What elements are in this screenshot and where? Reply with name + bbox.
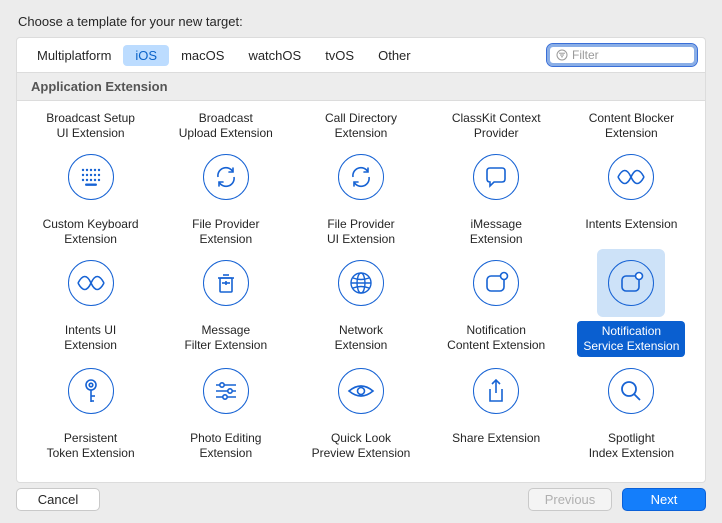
template-label: Notification Service Extension bbox=[577, 321, 685, 357]
template-item[interactable]: Call Directory Extension bbox=[293, 107, 428, 143]
bubble-icon bbox=[473, 154, 519, 200]
template-icon-slot bbox=[192, 249, 260, 317]
template-icon-slot bbox=[327, 143, 395, 211]
template-icon-slot bbox=[597, 249, 665, 317]
template-grid: Broadcast Setup UI Extension Broadcast Up… bbox=[17, 101, 705, 473]
template-icon-slot bbox=[57, 357, 125, 425]
template-grid-container: Broadcast Setup UI Extension Broadcast Up… bbox=[16, 101, 706, 483]
template-icon-slot bbox=[327, 249, 395, 317]
tab-ios[interactable]: iOS bbox=[123, 45, 169, 66]
template-item[interactable]: Share Extension bbox=[429, 357, 564, 463]
template-label: Intents UI Extension bbox=[60, 321, 121, 355]
tab-other[interactable]: Other bbox=[366, 45, 423, 66]
globe-icon bbox=[338, 260, 384, 306]
tab-watchos[interactable]: watchOS bbox=[236, 45, 313, 66]
wave-icon bbox=[608, 154, 654, 200]
template-label: Share Extension bbox=[448, 429, 544, 448]
template-icon-slot bbox=[462, 357, 530, 425]
template-icon-slot bbox=[57, 249, 125, 317]
share-icon bbox=[473, 368, 519, 414]
template-item[interactable]: Message Filter Extension bbox=[158, 249, 293, 357]
template-icon-slot bbox=[57, 143, 125, 211]
template-label: Network Extension bbox=[331, 321, 392, 355]
template-label: Notification Content Extension bbox=[443, 321, 549, 355]
template-label: Photo Editing Extension bbox=[186, 429, 265, 463]
template-item[interactable]: Network Extension bbox=[293, 249, 428, 357]
template-label: File Provider UI Extension bbox=[323, 215, 399, 249]
template-label: Spotlight Index Extension bbox=[585, 429, 678, 463]
search-icon bbox=[608, 368, 654, 414]
next-button[interactable]: Next bbox=[622, 488, 706, 511]
section-header: Application Extension bbox=[16, 72, 706, 101]
template-item[interactable]: Intents Extension bbox=[564, 143, 699, 249]
template-label: File Provider Extension bbox=[188, 215, 263, 249]
sliders-icon bbox=[203, 368, 249, 414]
template-item[interactable]: Broadcast Setup UI Extension bbox=[23, 107, 158, 143]
template-label: Custom Keyboard Extension bbox=[39, 215, 143, 249]
template-item[interactable]: Persistent Token Extension bbox=[23, 357, 158, 463]
template-item[interactable]: Custom Keyboard Extension bbox=[23, 143, 158, 249]
template-item[interactable]: File Provider UI Extension bbox=[293, 143, 428, 249]
template-label: ClassKit Context Provider bbox=[448, 109, 545, 143]
template-label: Quick Look Preview Extension bbox=[308, 429, 415, 463]
tab-tvos[interactable]: tvOS bbox=[313, 45, 366, 66]
previous-button: Previous bbox=[528, 488, 612, 511]
template-item[interactable]: iMessage Extension bbox=[429, 143, 564, 249]
template-item[interactable]: Notification Service Extension bbox=[564, 249, 699, 357]
template-icon-slot bbox=[192, 143, 260, 211]
template-icon-slot bbox=[462, 249, 530, 317]
template-icon-slot bbox=[462, 143, 530, 211]
filter-field[interactable] bbox=[547, 44, 697, 66]
template-item[interactable]: Photo Editing Extension bbox=[158, 357, 293, 463]
filter-icon bbox=[556, 49, 568, 61]
notification-icon bbox=[608, 260, 654, 306]
template-item[interactable]: Intents UI Extension bbox=[23, 249, 158, 357]
template-item[interactable]: Notification Content Extension bbox=[429, 249, 564, 357]
template-label: Intents Extension bbox=[581, 215, 681, 234]
template-label: Persistent Token Extension bbox=[43, 429, 139, 463]
template-label: Broadcast Setup UI Extension bbox=[42, 109, 139, 143]
template-label: iMessage Extension bbox=[466, 215, 527, 249]
wave-icon bbox=[68, 260, 114, 306]
filter-input[interactable] bbox=[568, 48, 688, 62]
sync-icon bbox=[338, 154, 384, 200]
template-label: Broadcast Upload Extension bbox=[175, 109, 277, 143]
notification-icon bbox=[473, 260, 519, 306]
trash-icon bbox=[203, 260, 249, 306]
sync-icon bbox=[203, 154, 249, 200]
template-item[interactable]: ClassKit Context Provider bbox=[429, 107, 564, 143]
key-icon bbox=[68, 368, 114, 414]
tab-macos[interactable]: macOS bbox=[169, 45, 236, 66]
tab-multiplatform[interactable]: Multiplatform bbox=[25, 45, 123, 66]
template-label: Call Directory Extension bbox=[321, 109, 401, 143]
template-item[interactable]: Content Blocker Extension bbox=[564, 107, 699, 143]
template-icon-slot bbox=[327, 357, 395, 425]
keyboard-icon bbox=[68, 154, 114, 200]
template-item[interactable]: File Provider Extension bbox=[158, 143, 293, 249]
template-item[interactable]: Broadcast Upload Extension bbox=[158, 107, 293, 143]
template-icon-slot bbox=[597, 357, 665, 425]
dialog-footer: Cancel Previous Next bbox=[0, 478, 722, 523]
template-icon-slot bbox=[597, 143, 665, 211]
template-icon-slot bbox=[192, 357, 260, 425]
template-item[interactable]: Quick Look Preview Extension bbox=[293, 357, 428, 463]
cancel-button[interactable]: Cancel bbox=[16, 488, 100, 511]
eye-icon bbox=[338, 368, 384, 414]
template-label: Message Filter Extension bbox=[180, 321, 271, 355]
platform-tab-bar: Multiplatform iOS macOS watchOS tvOS Oth… bbox=[16, 37, 706, 72]
template-label: Content Blocker Extension bbox=[585, 109, 678, 143]
dialog-title: Choose a template for your new target: bbox=[0, 0, 722, 37]
template-item[interactable]: Spotlight Index Extension bbox=[564, 357, 699, 463]
